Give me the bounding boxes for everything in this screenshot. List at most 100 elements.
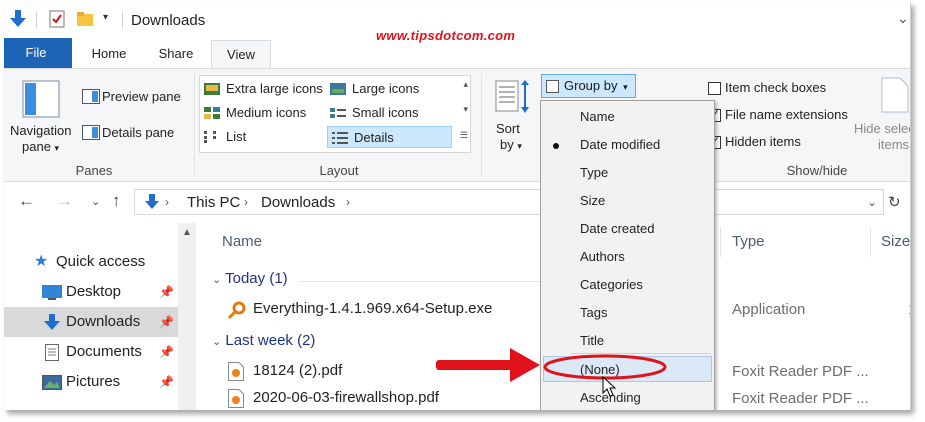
address-bar[interactable]: › This PC › Downloads › ⌄ <box>134 189 884 215</box>
list-icon <box>204 131 216 143</box>
title-bar: ▾ Downloads www.tipsdotcom.com ⌄ <box>4 2 910 43</box>
tab-home[interactable]: Home <box>78 40 140 68</box>
nav-item-desktop[interactable]: Desktop 📌 <box>4 277 179 307</box>
download-arrow-icon <box>145 194 159 209</box>
menu-item-type[interactable]: Type <box>541 160 714 186</box>
breadcrumb-separator-icon[interactable]: › <box>244 195 248 209</box>
hide-selected-items-label[interactable]: Hide selec <box>854 121 910 136</box>
chevron-down-icon: ▾ <box>623 82 628 92</box>
forward-arrow-icon[interactable]: → <box>56 191 73 211</box>
item-check-boxes-label[interactable]: Item check boxes <box>725 80 826 95</box>
menu-item-tags[interactable]: Tags <box>541 300 714 326</box>
document-icon <box>45 344 59 361</box>
details-pane-button[interactable]: Details pane <box>102 125 174 140</box>
column-header-name[interactable]: Name <box>222 233 262 250</box>
navigation-pane-label-2[interactable]: pane ▾ <box>22 139 59 154</box>
gallery-down-icon[interactable]: ▾ <box>463 104 468 115</box>
scroll-up-icon[interactable]: ▲ <box>182 227 192 238</box>
red-arrow-icon <box>436 348 540 382</box>
sort-by-icon[interactable] <box>494 79 530 115</box>
pin-icon[interactable]: 📌 <box>159 367 174 397</box>
pin-icon[interactable]: 📌 <box>159 307 174 337</box>
gallery-up-icon[interactable]: ▴ <box>463 79 468 90</box>
menu-item-categories[interactable]: Categories <box>541 272 714 298</box>
hide-selected-items-label-2[interactable]: items <box>878 137 909 152</box>
preview-pane-icon <box>82 89 100 104</box>
file-name-extensions-label[interactable]: File name extensions <box>725 107 848 122</box>
menu-item-label: Date modified <box>580 137 661 152</box>
navigation-pane-label[interactable]: Navigation <box>10 123 71 138</box>
address-history-icon[interactable]: ⌄ <box>867 195 877 209</box>
group-by-button[interactable]: Group by ▾ <box>541 74 636 98</box>
breadcrumb-downloads[interactable]: Downloads <box>261 194 335 211</box>
explorer-window: ▾ Downloads www.tipsdotcom.com ⌄ File Ho… <box>4 2 911 410</box>
download-arrow-icon[interactable] <box>10 10 26 28</box>
file-type: Application <box>732 301 806 318</box>
medium-icons-icon <box>204 107 220 119</box>
tab-view[interactable]: View <box>211 40 271 68</box>
customize-toolbar-icon[interactable]: ▾ <box>103 12 108 23</box>
layout-item-label: Details <box>354 130 394 145</box>
file-size: 1 <box>908 301 910 318</box>
group-header-today[interactable]: ⌄ Today (1) <box>212 270 288 287</box>
up-arrow-icon[interactable]: ↑ <box>112 191 121 211</box>
menu-item-authors[interactable]: Authors <box>541 244 714 270</box>
menu-item-name[interactable]: Name <box>541 104 714 130</box>
nav-item-documents[interactable]: Documents 📌 <box>4 337 179 367</box>
breadcrumb-separator-icon[interactable]: › <box>165 195 169 209</box>
breadcrumb-separator-icon[interactable]: › <box>346 195 350 209</box>
back-arrow-icon[interactable]: ← <box>18 191 35 211</box>
pin-icon[interactable]: 📌 <box>159 337 174 367</box>
layout-details[interactable]: Details <box>327 126 452 148</box>
layout-list[interactable]: List <box>200 126 246 148</box>
layout-item-label: List <box>226 129 247 144</box>
breadcrumb-this-pc[interactable]: This PC <box>187 194 240 211</box>
panes-group-label: Panes <box>75 163 113 178</box>
details-pane-icon <box>82 125 100 140</box>
tab-share[interactable]: Share <box>148 40 204 68</box>
nav-item-label: Desktop <box>66 283 122 300</box>
gallery-more-icon[interactable]: ☰ <box>460 130 468 141</box>
chevron-down-icon[interactable]: ⌄ <box>897 10 909 27</box>
group-header-last-week[interactable]: ⌄ Last week (2) <box>212 332 315 349</box>
group-header-label: Today (1) <box>225 270 288 287</box>
nav-item-quick-access[interactable]: ★ Quick access <box>4 247 179 277</box>
layout-small-icons[interactable]: Small icons <box>326 102 418 124</box>
ribbon-tabs: File Home Share View <box>4 38 910 68</box>
layout-large-icons[interactable]: Large icons <box>326 78 419 100</box>
navigation-pane-icon[interactable] <box>22 80 62 120</box>
star-icon: ★ <box>34 253 49 270</box>
small-icons-icon <box>330 108 346 118</box>
nav-item-downloads[interactable]: Downloads 📌 <box>4 307 179 337</box>
column-header-size[interactable]: Size <box>881 233 910 250</box>
divider <box>481 73 482 177</box>
preview-pane-button[interactable]: Preview pane <box>102 89 181 104</box>
sort-by-label[interactable]: Sort <box>496 121 520 136</box>
tab-file[interactable]: File <box>4 38 72 68</box>
menu-item-date-modified[interactable]: Date modified <box>541 132 714 158</box>
item-check-boxes-checkbox[interactable] <box>708 82 721 95</box>
pin-icon[interactable]: 📌 <box>159 277 174 307</box>
everything-app-icon <box>228 301 246 319</box>
new-folder-icon[interactable] <box>77 11 93 27</box>
sort-by-label-2[interactable]: by ▾ <box>500 137 522 152</box>
column-header-type[interactable]: Type <box>732 233 765 250</box>
menu-item-date-created[interactable]: Date created <box>541 216 714 242</box>
layout-medium-icons[interactable]: Medium icons <box>200 102 306 124</box>
layout-extra-large-icons[interactable]: Extra large icons <box>200 78 323 100</box>
hide-selected-items-icon[interactable] <box>880 77 910 113</box>
window-title: Downloads <box>131 12 206 29</box>
nav-scrollbar[interactable]: ▲ <box>178 223 196 410</box>
file-name: 2020-06-03-firewallshop.pdf <box>253 389 439 406</box>
menu-item-size[interactable]: Size <box>541 188 714 214</box>
navigation-pane: ★ Quick access Desktop 📌 Downloads 📌 Doc… <box>4 223 199 410</box>
file-type: Foxit Reader PDF ... <box>732 363 869 380</box>
recent-locations-icon[interactable]: ⌄ <box>91 195 100 208</box>
hidden-items-label[interactable]: Hidden items <box>725 134 801 149</box>
nav-item-pictures[interactable]: Pictures 📌 <box>4 367 179 397</box>
divider <box>720 227 721 257</box>
chevron-down-icon: ⌄ <box>212 336 222 348</box>
properties-icon[interactable] <box>49 10 65 28</box>
download-arrow-icon <box>44 314 60 330</box>
refresh-icon[interactable]: ↻ <box>888 193 901 211</box>
